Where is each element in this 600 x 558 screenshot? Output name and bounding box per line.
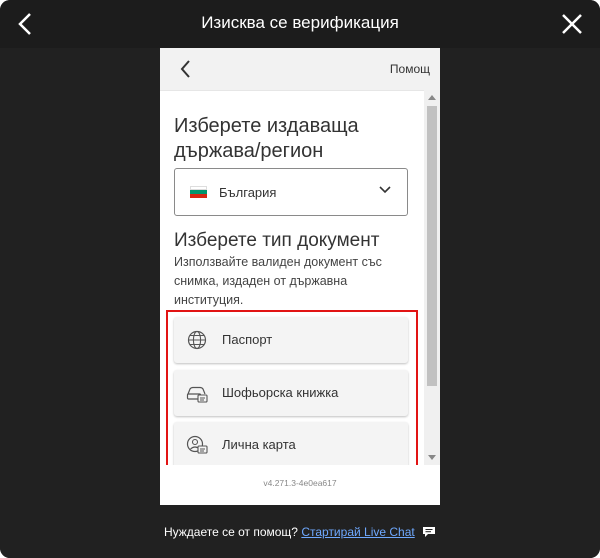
help-link[interactable]: Помощ [390, 62, 430, 76]
country-heading: Изберете издаваща държава/регион [174, 115, 359, 162]
scroll-up-icon[interactable] [428, 95, 436, 100]
id-card-icon [186, 435, 208, 454]
option-label: Шофьорска книжка [222, 385, 339, 400]
document-type-heading: Изберете тип документ [174, 230, 380, 251]
scroll-down-icon[interactable] [428, 455, 436, 460]
bulgaria-flag-icon [190, 186, 207, 198]
option-label: Лична карта [222, 437, 296, 452]
option-label: Паспорт [222, 332, 273, 347]
panel-content: Изберете издаваща държава/регион Българи… [160, 90, 424, 465]
footer-bar: Нуждаете се от помощ? Стартирай Live Cha… [0, 505, 600, 558]
verification-modal: Изисква се верификация Помощ Изберете из… [0, 0, 600, 558]
verification-panel: Помощ Изберете издаваща държава/регион Б… [160, 48, 440, 505]
help-prompt: Нуждаете се от помощ? [163, 525, 298, 539]
modal-title: Изисква се верификация [201, 13, 399, 32]
option-passport[interactable]: Паспорт [174, 317, 408, 363]
country-select[interactable]: България [174, 168, 408, 216]
option-id-card[interactable]: Лична карта [174, 422, 408, 465]
globe-icon [187, 330, 207, 350]
live-chat-link[interactable]: Стартирай Live Chat [301, 525, 414, 539]
chevron-down-icon [379, 186, 391, 194]
scrollbar-thumb[interactable] [427, 106, 437, 386]
footer-text: Нуждаете се от помощ? Стартирай Live Cha… [0, 525, 600, 539]
car-license-icon [186, 386, 208, 403]
panel-header: Помощ [160, 48, 440, 91]
version-label: v4.271.3-4e0ea617 [263, 478, 337, 488]
document-type-description: Използвайте валиден документ със снимка,… [174, 255, 382, 307]
country-value: България [219, 185, 277, 200]
panel-back-icon[interactable] [178, 58, 194, 80]
modal-header: Изисква се верификация [0, 0, 600, 48]
option-drivers-license[interactable]: Шофьорска книжка [174, 370, 408, 416]
close-icon[interactable] [560, 12, 584, 36]
scrollbar[interactable] [424, 90, 440, 465]
chat-bubble-icon[interactable] [422, 526, 436, 538]
